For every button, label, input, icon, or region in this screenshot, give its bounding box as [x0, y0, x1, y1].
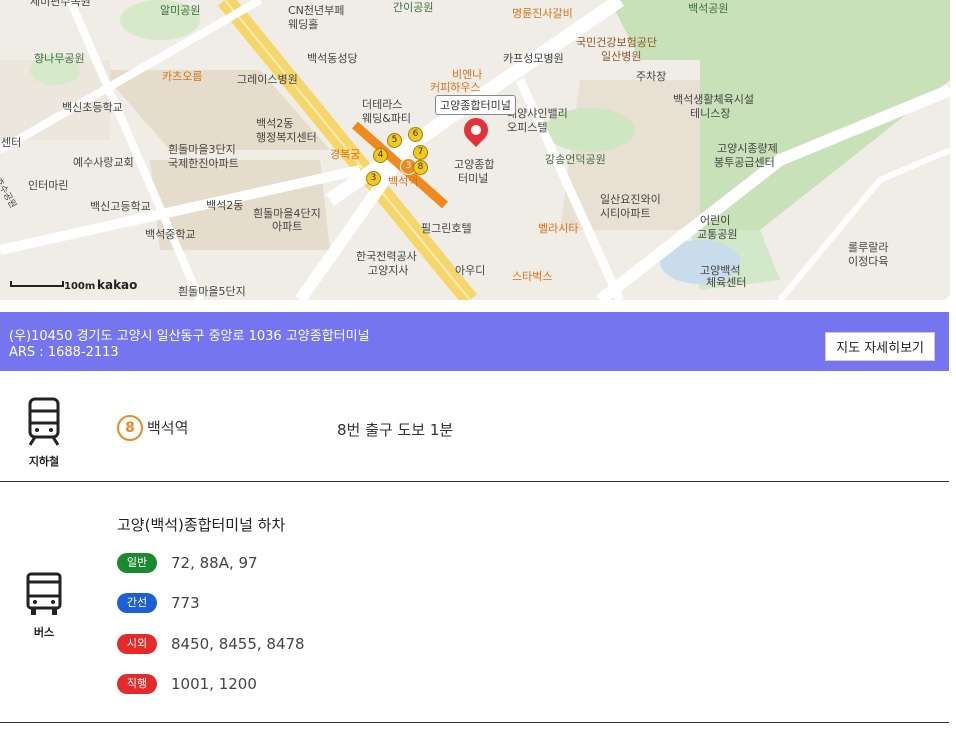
- map-poi[interactable]: 강송언덕공원: [545, 153, 606, 166]
- bus-icon-box: 버스: [20, 572, 68, 640]
- map-poi[interactable]: 봉투공급센터: [714, 156, 775, 169]
- bus-icon: [26, 572, 62, 615]
- subway-caption: 지하철: [28, 455, 60, 468]
- map-poi[interactable]: 국민건강보험공단: [576, 36, 657, 49]
- map-poi[interactable]: 아파트: [272, 220, 302, 233]
- scale-label: 100m: [64, 281, 96, 292]
- map-poi[interactable]: 체육센터: [706, 276, 746, 289]
- location-map[interactable]: 세미편수목원 알미공원 CN천년부페 웨딩홀 간이공원 명륜진사갈비 백석공원 …: [0, 0, 950, 300]
- exit-directions: 8번 출구 도보 1분: [337, 421, 454, 439]
- map-poi[interactable]: 필그린호텔: [421, 222, 472, 235]
- map-poi[interactable]: 대양샤인밸리: [507, 107, 568, 120]
- exit-number-marker: 5: [387, 133, 402, 148]
- bus-caption: 버스: [33, 626, 55, 639]
- map-poi[interactable]: 고양시종량제: [717, 142, 778, 155]
- map-poi[interactable]: 예수사랑교회: [73, 156, 134, 169]
- route-numbers: 8450, 8455, 8478: [171, 634, 305, 653]
- map-poi[interactable]: 터미널: [458, 172, 488, 185]
- route-type-badge: 일반: [117, 552, 157, 573]
- subway-icon-box: 지하철: [20, 397, 68, 469]
- route-type-badge: 직행: [117, 673, 157, 694]
- route-type-badge: 시외: [117, 633, 157, 654]
- map-poi[interactable]: 명륜진사갈비: [512, 7, 573, 20]
- bus-section: 버스 고양(백석)종합터미널 하차 일반 72, 88A, 97 간선 773 시외…: [0, 482, 949, 723]
- map-poi[interactable]: 간이공원: [393, 1, 433, 14]
- map-poi[interactable]: 교통공원: [697, 228, 737, 241]
- exit-number-marker: 7: [413, 145, 428, 160]
- map-poi[interactable]: 백석중학교: [145, 228, 196, 241]
- map-poi[interactable]: 흰돌마을3단지: [168, 143, 236, 156]
- map-poi[interactable]: 인터마린: [28, 179, 68, 192]
- bus-stop-name: 고양(백석)종합터미널 하차: [117, 516, 286, 534]
- map-poi[interactable]: 카츠오름: [162, 70, 202, 83]
- map-poi[interactable]: 비엔나: [452, 68, 482, 81]
- map-poi[interactable]: 백석2동: [206, 199, 243, 212]
- map-poi[interactable]: 한국전력공사: [356, 250, 417, 263]
- address-text: (우)10450 경기도 고양시 일산동구 중앙로 1036 고양종합터미널: [9, 329, 370, 344]
- map-poi[interactable]: 이정다육: [848, 255, 888, 268]
- map-poi[interactable]: 세미편수목원: [30, 0, 91, 8]
- bus-route-row: 시외 8450, 8455, 8478: [117, 633, 305, 655]
- map-poi[interactable]: 주차장: [636, 70, 666, 83]
- map-poi[interactable]: 커피하우스: [430, 81, 481, 94]
- map-poi[interactable]: 시티아파트: [600, 207, 651, 220]
- map-poi[interactable]: CN천년부페: [288, 4, 344, 17]
- ars-text: ARS : 1688-2113: [9, 345, 119, 360]
- map-poi[interactable]: 센터: [1, 136, 21, 149]
- map-poi[interactable]: 오피스텔: [507, 121, 547, 134]
- exit-number-marker: 3: [366, 171, 381, 186]
- map-poi[interactable]: 백석역: [388, 175, 418, 188]
- map-poi[interactable]: 더테라스: [362, 98, 402, 111]
- subway-icon: [28, 397, 60, 446]
- bus-route-row: 일반 72, 88A, 97: [117, 552, 258, 574]
- map-poi[interactable]: 고양지사: [368, 264, 408, 277]
- bus-route-row: 간선 773: [117, 592, 200, 614]
- map-poi[interactable]: 국제한진아파트: [168, 157, 239, 170]
- map-poi[interactable]: 백석2동: [256, 117, 293, 130]
- map-poi[interactable]: 카프성모병원: [503, 52, 564, 65]
- map-poi[interactable]: 어린이: [700, 214, 730, 227]
- map-base: [0, 0, 950, 300]
- exit-number-marker: 8: [413, 160, 428, 175]
- bus-route-row: 직행 1001, 1200: [117, 673, 257, 695]
- map-poi[interactable]: 아우디: [455, 264, 485, 277]
- address-bar: (우)10450 경기도 고양시 일산동구 중앙로 1036 고양종합터미널 A…: [0, 312, 949, 371]
- route-numbers: 773: [171, 593, 200, 612]
- route-numbers: 1001, 1200: [171, 674, 257, 693]
- map-scale: 100m: [10, 281, 95, 292]
- map-pin-label[interactable]: 고양종합터미널: [435, 95, 516, 115]
- map-poi[interactable]: 웨딩홀: [288, 18, 318, 31]
- map-detail-button[interactable]: 지도 자세히보기: [825, 332, 935, 361]
- exit-number-marker: 4: [373, 148, 388, 163]
- map-poi[interactable]: 백석동성당: [307, 52, 358, 65]
- map-poi[interactable]: 경복궁: [330, 148, 360, 161]
- map-poi[interactable]: 향나무공원: [34, 52, 85, 65]
- route-numbers: 72, 88A, 97: [171, 553, 258, 572]
- station-name: 백석역: [147, 419, 189, 437]
- map-poi[interactable]: 스타벅스: [512, 270, 552, 283]
- map-poi[interactable]: 일산병원: [601, 50, 641, 63]
- map-poi[interactable]: 벨라시타: [538, 222, 578, 235]
- map-poi[interactable]: 웨딩&파티: [362, 112, 411, 125]
- map-poi[interactable]: 테니스장: [690, 107, 730, 120]
- map-poi[interactable]: 알미공원: [160, 4, 200, 17]
- map-brand-logo: kakao: [97, 278, 138, 292]
- map-poi[interactable]: 백석공원: [688, 2, 728, 15]
- map-poi[interactable]: 일산요진와이: [600, 193, 661, 206]
- map-poi[interactable]: 흰돌마을5단지: [178, 285, 246, 298]
- map-poi[interactable]: 행정복지센터: [256, 131, 317, 144]
- subway-section: 지하철 8 백석역 8번 출구 도보 1분: [0, 371, 949, 482]
- map-poi[interactable]: 백신초등학교: [62, 101, 123, 114]
- map-poi[interactable]: 고양종합: [454, 158, 494, 171]
- route-type-badge: 간선: [117, 592, 157, 613]
- map-poi[interactable]: 롤루랄라: [848, 241, 888, 254]
- line-number-badge: 8: [117, 415, 143, 441]
- map-poi[interactable]: 백석생활체육시설: [673, 93, 754, 106]
- map-poi[interactable]: 백신고등학교: [90, 200, 151, 213]
- scale-bar: [10, 281, 64, 287]
- exit-number-marker: 6: [408, 127, 423, 142]
- map-poi[interactable]: 흰돌마을4단지: [253, 207, 321, 220]
- map-poi[interactable]: 그레이스병원: [237, 73, 298, 86]
